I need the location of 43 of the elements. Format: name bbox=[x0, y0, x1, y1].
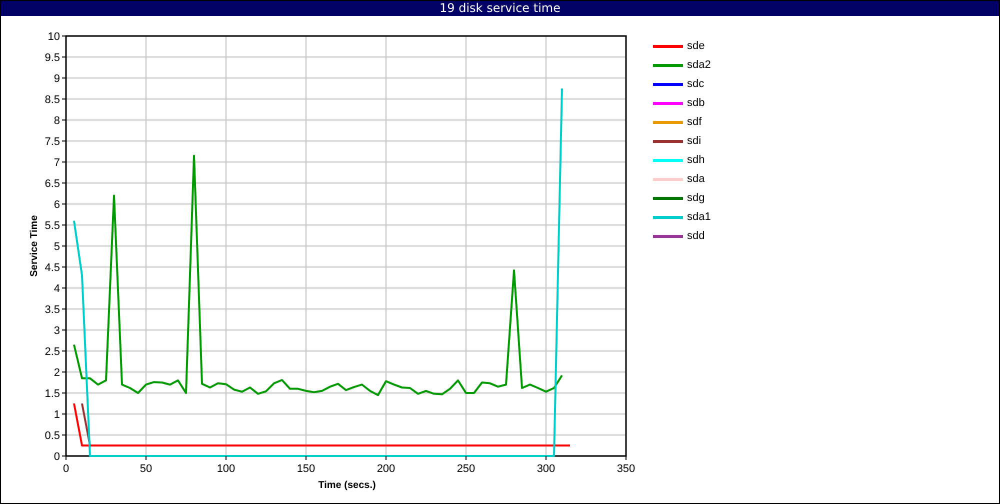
legend-label: sda bbox=[687, 173, 705, 185]
legend-label: sdf bbox=[687, 116, 702, 128]
x-tick-label: 150 bbox=[296, 463, 316, 475]
y-tick-label: 4 bbox=[54, 283, 60, 295]
x-tick-label: 50 bbox=[140, 463, 152, 475]
y-tick-label: 10 bbox=[48, 31, 60, 43]
y-tick-label: 5.5 bbox=[44, 220, 60, 232]
y-tick-label: 3.5 bbox=[44, 304, 60, 316]
legend-label: sdg bbox=[687, 192, 705, 204]
legend-label: sdi bbox=[687, 135, 702, 147]
y-tick-label: 7 bbox=[54, 157, 60, 169]
y-tick-label: 6.5 bbox=[44, 178, 60, 190]
y-axis-title: Service Time bbox=[29, 215, 40, 277]
legend-label: sdc bbox=[687, 78, 704, 90]
y-tick-label: 0.5 bbox=[44, 430, 60, 442]
y-tick-label: 7.5 bbox=[44, 136, 60, 148]
x-tick-label: 200 bbox=[376, 463, 396, 475]
x-tick-label: 250 bbox=[456, 463, 476, 475]
y-tick-label: 4.5 bbox=[44, 262, 60, 274]
x-tick-label: 100 bbox=[216, 463, 236, 475]
y-tick-label: 3 bbox=[54, 325, 60, 337]
legend-label: sdb bbox=[687, 97, 705, 109]
y-tick-label: 1 bbox=[54, 409, 60, 421]
y-tick-label: 9.5 bbox=[44, 52, 60, 64]
legend-label: sde bbox=[687, 40, 705, 52]
y-tick-label: 0 bbox=[54, 451, 60, 463]
x-axis-title: Time (secs.) bbox=[318, 480, 376, 491]
y-tick-label: 6 bbox=[54, 199, 60, 211]
legend-label: sda1 bbox=[687, 211, 711, 223]
y-tick-label: 8.5 bbox=[44, 94, 60, 106]
y-tick-label: 1.5 bbox=[44, 388, 60, 400]
legend-label: sdd bbox=[687, 230, 705, 242]
y-tick-label: 5 bbox=[54, 241, 60, 253]
legend-label: sdh bbox=[687, 154, 705, 166]
y-tick-label: 2.5 bbox=[44, 346, 60, 358]
x-tick-label: 350 bbox=[616, 463, 636, 475]
x-tick-label: 0 bbox=[62, 463, 70, 475]
legend-label: sda2 bbox=[687, 59, 711, 71]
y-tick-label: 9 bbox=[54, 73, 60, 85]
y-tick-label: 8 bbox=[54, 115, 60, 127]
window-title: 19 disk service time bbox=[1, 1, 999, 16]
x-tick-label: 300 bbox=[536, 463, 556, 475]
y-tick-label: 2 bbox=[54, 367, 60, 379]
